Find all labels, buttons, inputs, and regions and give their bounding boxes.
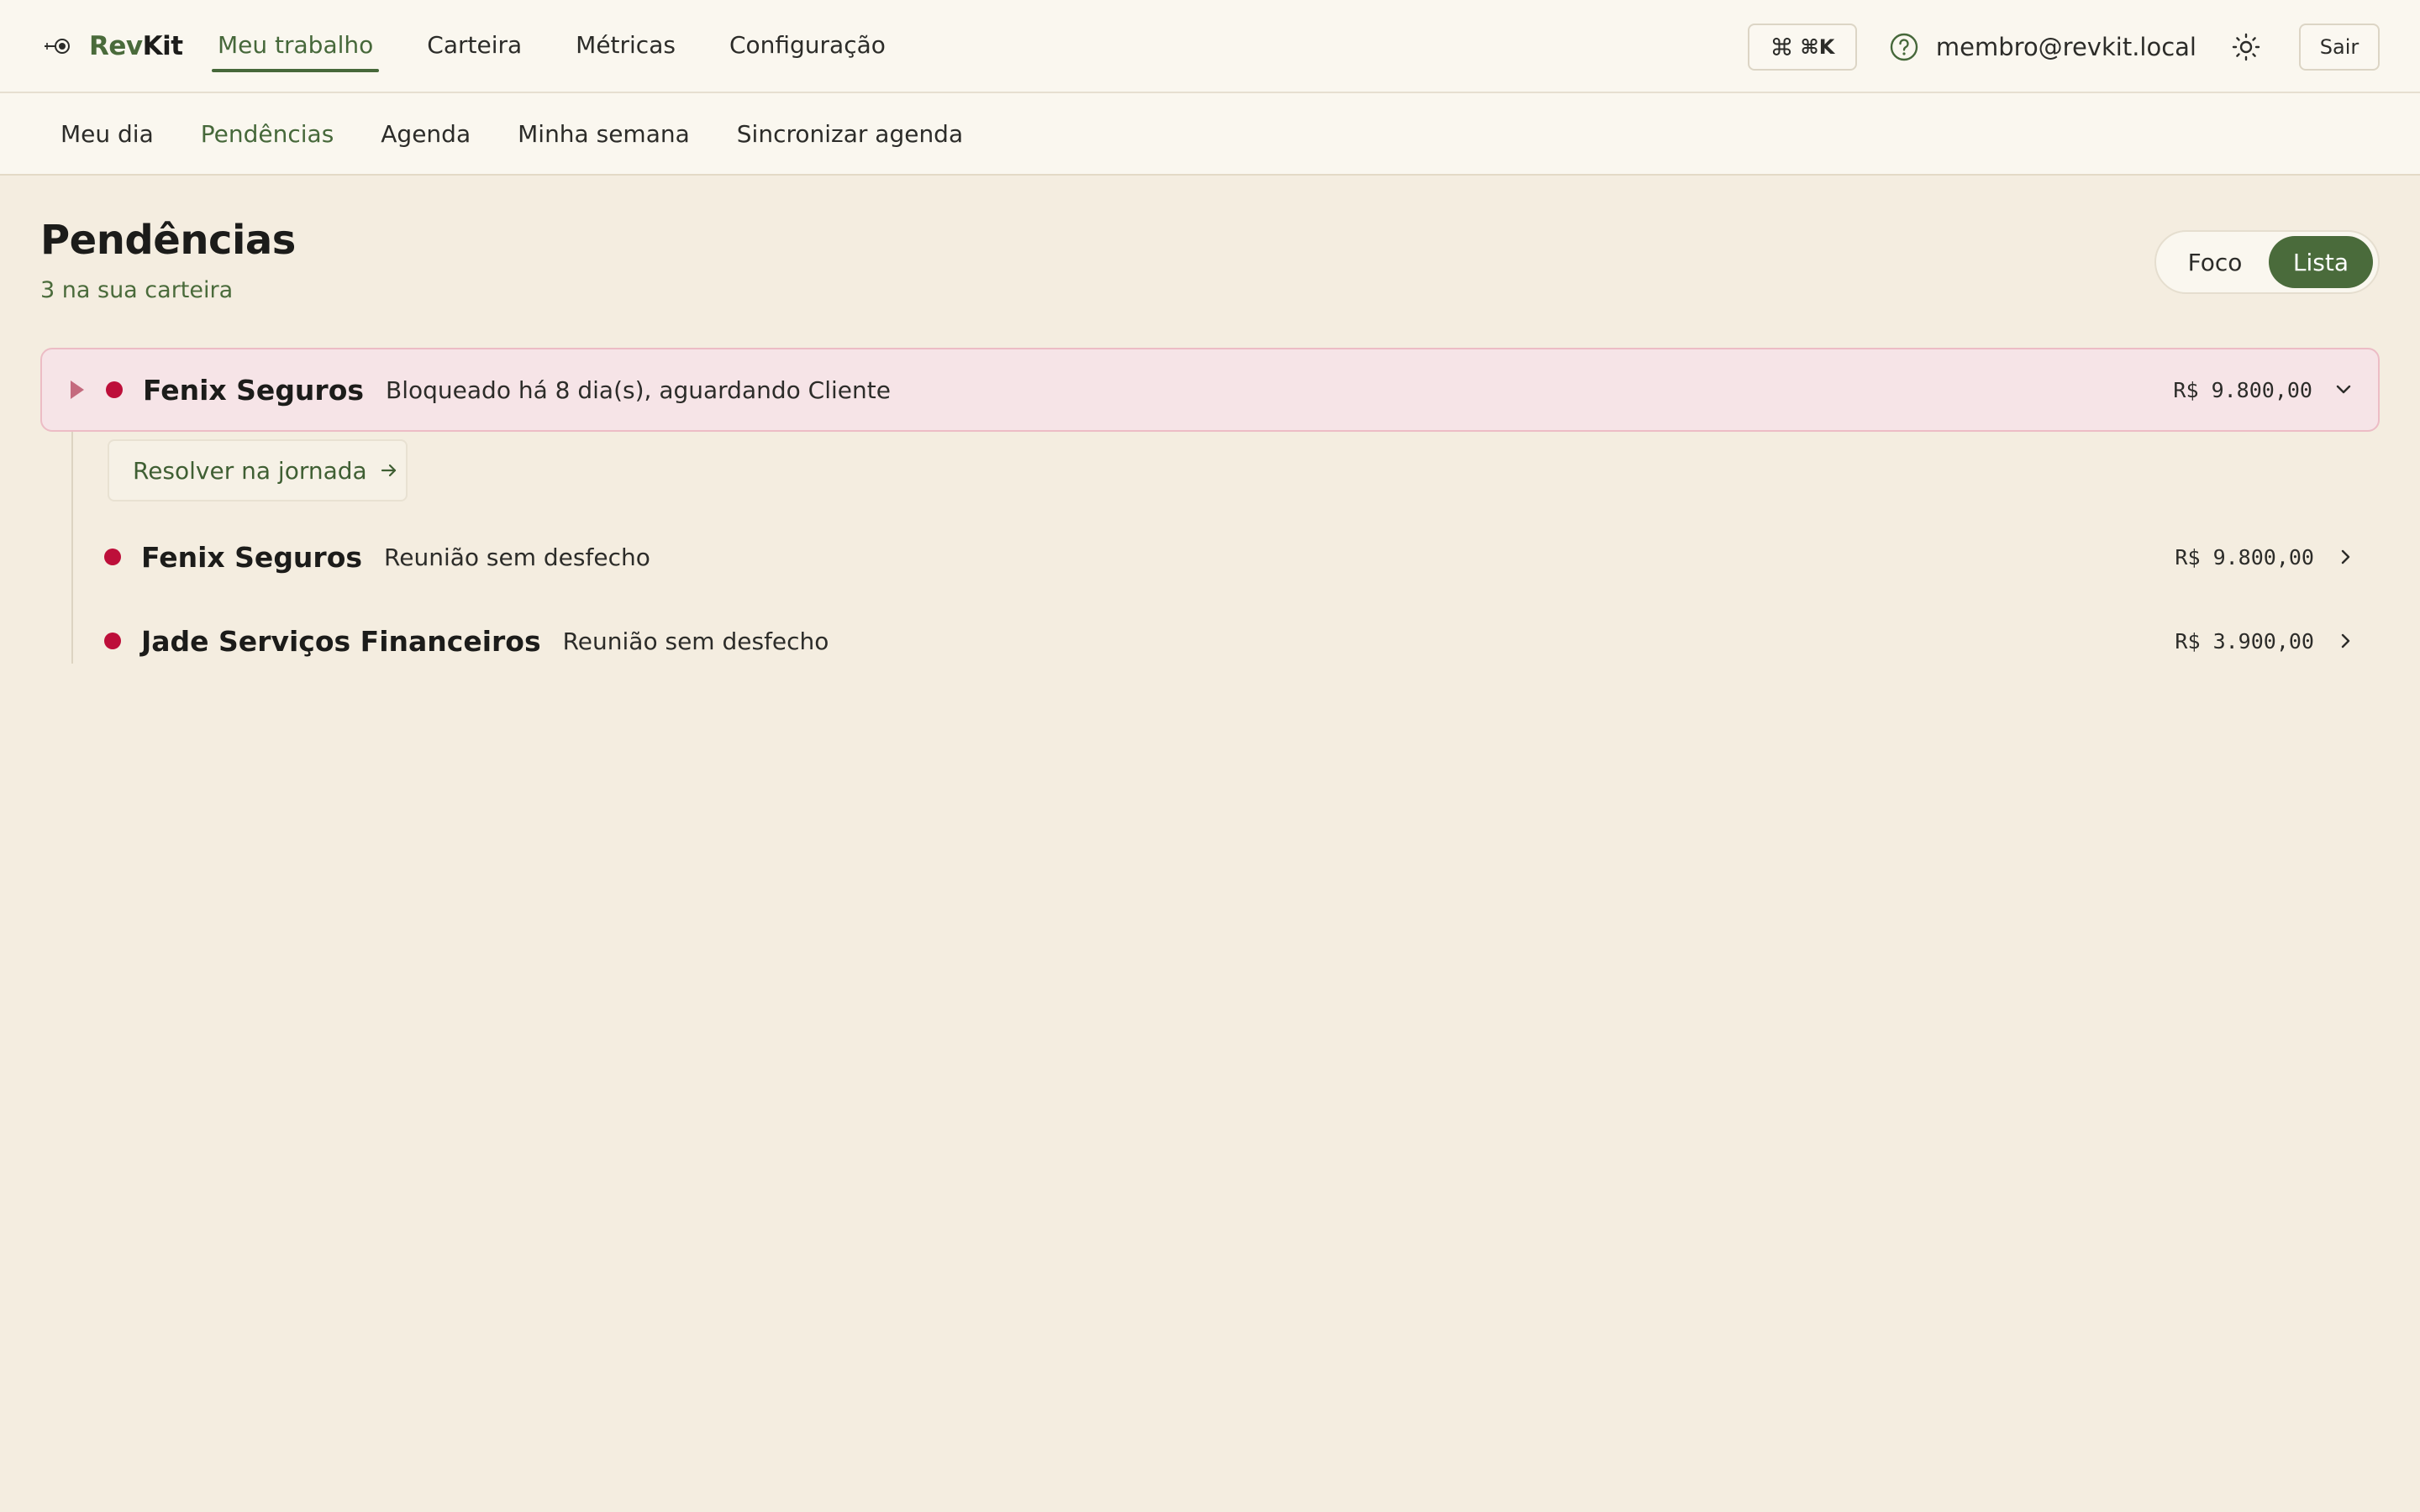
brand-name-suffix: Kit: [142, 31, 183, 61]
help-circle-icon[interactable]: [1889, 32, 1919, 62]
company-name: Fenix Seguros: [141, 540, 363, 574]
pendencia-status: Bloqueado há 8 dia(s), aguardando Client…: [386, 375, 891, 404]
pendencia-status: Reunião sem desfecho: [562, 627, 829, 655]
pendencia-row[interactable]: Fenix Seguros Reunião sem desfecho R$ 9.…: [40, 515, 2380, 599]
brand-name-prefix: Rev: [89, 31, 143, 61]
nav-configuracao[interactable]: Configuração: [723, 0, 892, 93]
arrow-right-icon: [381, 464, 396, 477]
tab-pendencias[interactable]: Pendências: [201, 120, 334, 148]
tab-minha-semana[interactable]: Minha semana: [518, 120, 690, 148]
nav-meu-trabalho[interactable]: Meu trabalho: [212, 0, 380, 93]
company-name: Jade Serviços Financeiros: [141, 624, 541, 658]
top-right-actions: ⌘ ⌘K membro@revkit.local Sair: [1747, 24, 2380, 71]
tab-meu-dia[interactable]: Meu dia: [60, 120, 154, 148]
view-option-lista[interactable]: Lista: [2268, 236, 2373, 288]
deal-amount: R$ 9.800,00: [2175, 544, 2314, 570]
chevron-right-icon[interactable]: [2334, 630, 2356, 652]
tab-agenda[interactable]: Agenda: [381, 120, 471, 148]
secondary-navigation: Meu dia Pendências Agenda Minha semana S…: [0, 93, 2420, 176]
revkit-logo-icon: [45, 39, 70, 54]
status-dot: [106, 381, 123, 398]
deal-amount: R$ 3.900,00: [2175, 628, 2314, 654]
nav-metricas[interactable]: Métricas: [570, 0, 681, 93]
command-shortcut-label: ⌘K: [1800, 35, 1835, 59]
deal-amount: R$ 9.800,00: [2173, 377, 2312, 402]
pendencia-row[interactable]: Jade Serviços Financeiros Reunião sem de…: [40, 599, 2380, 683]
command-key-icon: ⌘: [1770, 33, 1794, 61]
nav-carteira[interactable]: Carteira: [421, 0, 528, 93]
company-name: Fenix Seguros: [143, 373, 365, 407]
main-navigation: Meu trabalho Carteira Métricas Configura…: [212, 0, 934, 93]
brand-name: RevKit: [89, 31, 183, 61]
pendencia-status: Reunião sem desfecho: [384, 543, 650, 571]
chevron-right-icon[interactable]: [2334, 546, 2356, 568]
logout-button[interactable]: Sair: [2299, 24, 2380, 71]
chevron-down-icon[interactable]: [2333, 379, 2354, 401]
page-subtitle: 3 na sua carteira: [40, 277, 234, 303]
page-title: Pendências: [40, 217, 296, 264]
status-dot: [104, 549, 121, 565]
brand-logo[interactable]: RevKit: [44, 25, 183, 67]
pendencia-row-expanded[interactable]: Fenix Seguros Bloqueado há 8 dia(s), agu…: [40, 348, 2380, 432]
command-palette-button[interactable]: ⌘ ⌘K: [1747, 24, 1857, 71]
sun-icon[interactable]: [2232, 33, 2260, 61]
resolve-button-label: Resolver na jornada: [133, 456, 367, 485]
top-navigation-bar: RevKit Meu trabalho Carteira Métricas Co…: [0, 0, 2420, 93]
user-email[interactable]: membro@revkit.local: [1936, 33, 2196, 61]
view-option-foco[interactable]: Foco: [2161, 236, 2269, 288]
status-dot: [104, 633, 121, 649]
tab-sincronizar-agenda[interactable]: Sincronizar agenda: [737, 120, 963, 148]
expand-caret-icon[interactable]: [71, 381, 84, 399]
view-mode-toggle: Foco Lista: [2154, 230, 2380, 294]
resolve-in-journey-button[interactable]: Resolver na jornada: [108, 439, 408, 501]
